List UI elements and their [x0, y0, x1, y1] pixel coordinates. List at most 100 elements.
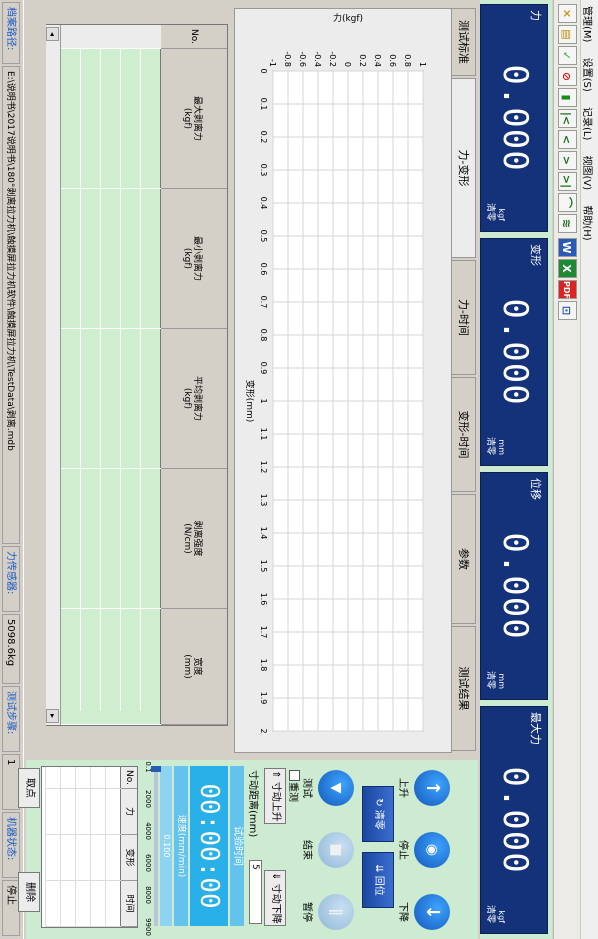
- tab-force-time[interactable]: 力-时间: [452, 260, 476, 375]
- jog-down-label: 寸动下降: [270, 883, 281, 924]
- speed-tick-label: 9900: [144, 918, 152, 936]
- speed-ticks: 0.1 2000 4000 6000 8000 9900: [140, 761, 152, 935]
- end-button[interactable]: ■: [318, 832, 354, 868]
- tab-test-standard[interactable]: 测试标准: [452, 8, 476, 76]
- tab-force-deformation[interactable]: 力-变形: [450, 78, 476, 258]
- table-cell: [61, 767, 76, 789]
- table-cell: [76, 767, 91, 789]
- table-row: [105, 767, 121, 927]
- pick-point-button[interactable]: 取点: [18, 768, 40, 808]
- prev-icon[interactable]: <: [558, 130, 577, 149]
- chart-icon[interactable]: ✓: [558, 46, 577, 65]
- menu-bar: 管理(M) 设置(S) 记录(L) 视图(V) 帮助(H): [580, 0, 598, 939]
- table-cell: [141, 25, 161, 49]
- table-row: [80, 25, 101, 725]
- table-cell: [106, 767, 121, 789]
- word-icon[interactable]: W: [558, 238, 577, 257]
- table-cell: [141, 49, 161, 189]
- table-cell: [81, 25, 101, 49]
- down-label: 下降: [397, 902, 408, 922]
- menu-manage[interactable]: 管理(M): [579, 0, 598, 48]
- y-tick-label: 0.6: [388, 54, 397, 67]
- table-cell: [106, 881, 121, 927]
- table-cell: [101, 25, 121, 49]
- tab-deformation-time[interactable]: 变形-时间: [452, 377, 476, 492]
- points-column-header[interactable]: 力: [121, 789, 137, 835]
- first-icon[interactable]: |<: [558, 109, 577, 128]
- clear-icon[interactable]: ▮: [558, 88, 577, 107]
- results-table-header: No. 最大剥离力 (kgf) 最小剥离力 (kgf) 平均剥离力 (kgf) 剥离强度…: [160, 25, 227, 725]
- curve-icon[interactable]: ⌒: [558, 193, 577, 212]
- table-cell: [121, 609, 141, 725]
- results-column-header[interactable]: 平均剥离力 (kgf): [161, 329, 227, 469]
- table-cell: [46, 789, 61, 835]
- tab-test-results[interactable]: 测试结果: [452, 626, 476, 751]
- speed-slider-thumb[interactable]: [151, 766, 161, 772]
- table-cell: [121, 469, 141, 609]
- speed-slider[interactable]: [151, 766, 161, 926]
- stop-button[interactable]: ◉: [414, 832, 450, 868]
- table-cell: [121, 329, 141, 469]
- points-column-header[interactable]: 时间: [121, 881, 137, 927]
- points-column-header[interactable]: 变形: [121, 835, 137, 881]
- last-icon[interactable]: >|: [558, 172, 577, 191]
- pause-button[interactable]: ∥: [318, 894, 354, 930]
- results-column-header[interactable]: No.: [161, 25, 227, 49]
- table-cell: [121, 189, 141, 329]
- table-cell: [91, 835, 106, 881]
- pdf-icon[interactable]: PDF: [558, 280, 577, 299]
- force-zero-button[interactable]: 清零: [485, 203, 498, 221]
- table-cell: [91, 789, 106, 835]
- stop-record-icon[interactable]: ⊘: [558, 67, 577, 86]
- deformation-zero-button[interactable]: 清零: [485, 437, 498, 455]
- tab-parameters[interactable]: 参数: [452, 494, 476, 624]
- displacement-unit: mm: [497, 673, 506, 689]
- down-button[interactable]: ↓: [414, 894, 450, 930]
- tools-icon[interactable]: ✕: [558, 4, 577, 23]
- next-icon[interactable]: >: [558, 151, 577, 170]
- table-row: [60, 25, 81, 725]
- jog-up-button[interactable]: ⇑ 寸动上升: [264, 768, 286, 824]
- jog-down-button[interactable]: ⇓ 寸动下降: [264, 870, 286, 926]
- points-column-header[interactable]: No.: [121, 767, 137, 789]
- network-icon[interactable]: ⊡: [558, 301, 577, 320]
- y-tick-label: 0.2: [358, 54, 367, 67]
- displacement-zero-button[interactable]: 清零: [485, 671, 498, 689]
- table-cell: [46, 881, 61, 927]
- reset-checkbox[interactable]: [289, 770, 300, 781]
- x-tick-label: 1.8: [259, 659, 268, 672]
- table-cell: [141, 189, 161, 329]
- jog-distance-input[interactable]: 5: [249, 860, 262, 924]
- scroll-left-icon[interactable]: ◂: [46, 27, 59, 41]
- return-button[interactable]: ⇊ 回位: [362, 852, 394, 908]
- menu-view[interactable]: 视图(V): [579, 150, 598, 197]
- zero-all-button[interactable]: ↻ 清零: [362, 786, 394, 842]
- up-button[interactable]: ↑: [414, 770, 450, 806]
- x-axis-label: 变形(mm): [244, 380, 256, 423]
- results-column-header[interactable]: 最小剥离力 (kgf): [161, 189, 227, 329]
- x-tick-label: 0.4: [259, 197, 268, 210]
- results-column-header[interactable]: 最大剥离力 (kgf): [161, 49, 227, 189]
- table-cell: [121, 25, 141, 49]
- path-label: 档案路径:: [2, 2, 20, 64]
- y-axis-label: 力(kgf): [333, 12, 363, 24]
- excel-icon[interactable]: X: [558, 259, 577, 278]
- menu-help[interactable]: 帮助(H): [579, 199, 598, 246]
- table-row: [100, 25, 121, 725]
- delete-button[interactable]: 删除: [18, 872, 40, 912]
- table-cell: [101, 609, 121, 725]
- max-force-unit: kgf: [497, 910, 506, 923]
- scroll-right-icon[interactable]: ▸: [46, 709, 59, 723]
- y-tick-label: 0: [343, 62, 352, 67]
- multi-curve-icon[interactable]: ≋: [558, 214, 577, 233]
- test-button[interactable]: ▼: [318, 770, 354, 806]
- export-icon[interactable]: ▤: [558, 25, 577, 44]
- max-force-zero-button[interactable]: 清零: [485, 905, 498, 923]
- menu-settings[interactable]: 设置(S): [579, 52, 598, 98]
- results-column-header[interactable]: 宽度 (mm): [161, 609, 227, 725]
- results-scrollbar[interactable]: ◂ ▸: [46, 25, 61, 725]
- menu-record[interactable]: 记录(L): [579, 101, 598, 146]
- table-cell: [81, 189, 101, 329]
- y-tick-label: -0.4: [313, 51, 322, 67]
- results-column-header[interactable]: 剥离强度 (N/cm): [161, 469, 227, 609]
